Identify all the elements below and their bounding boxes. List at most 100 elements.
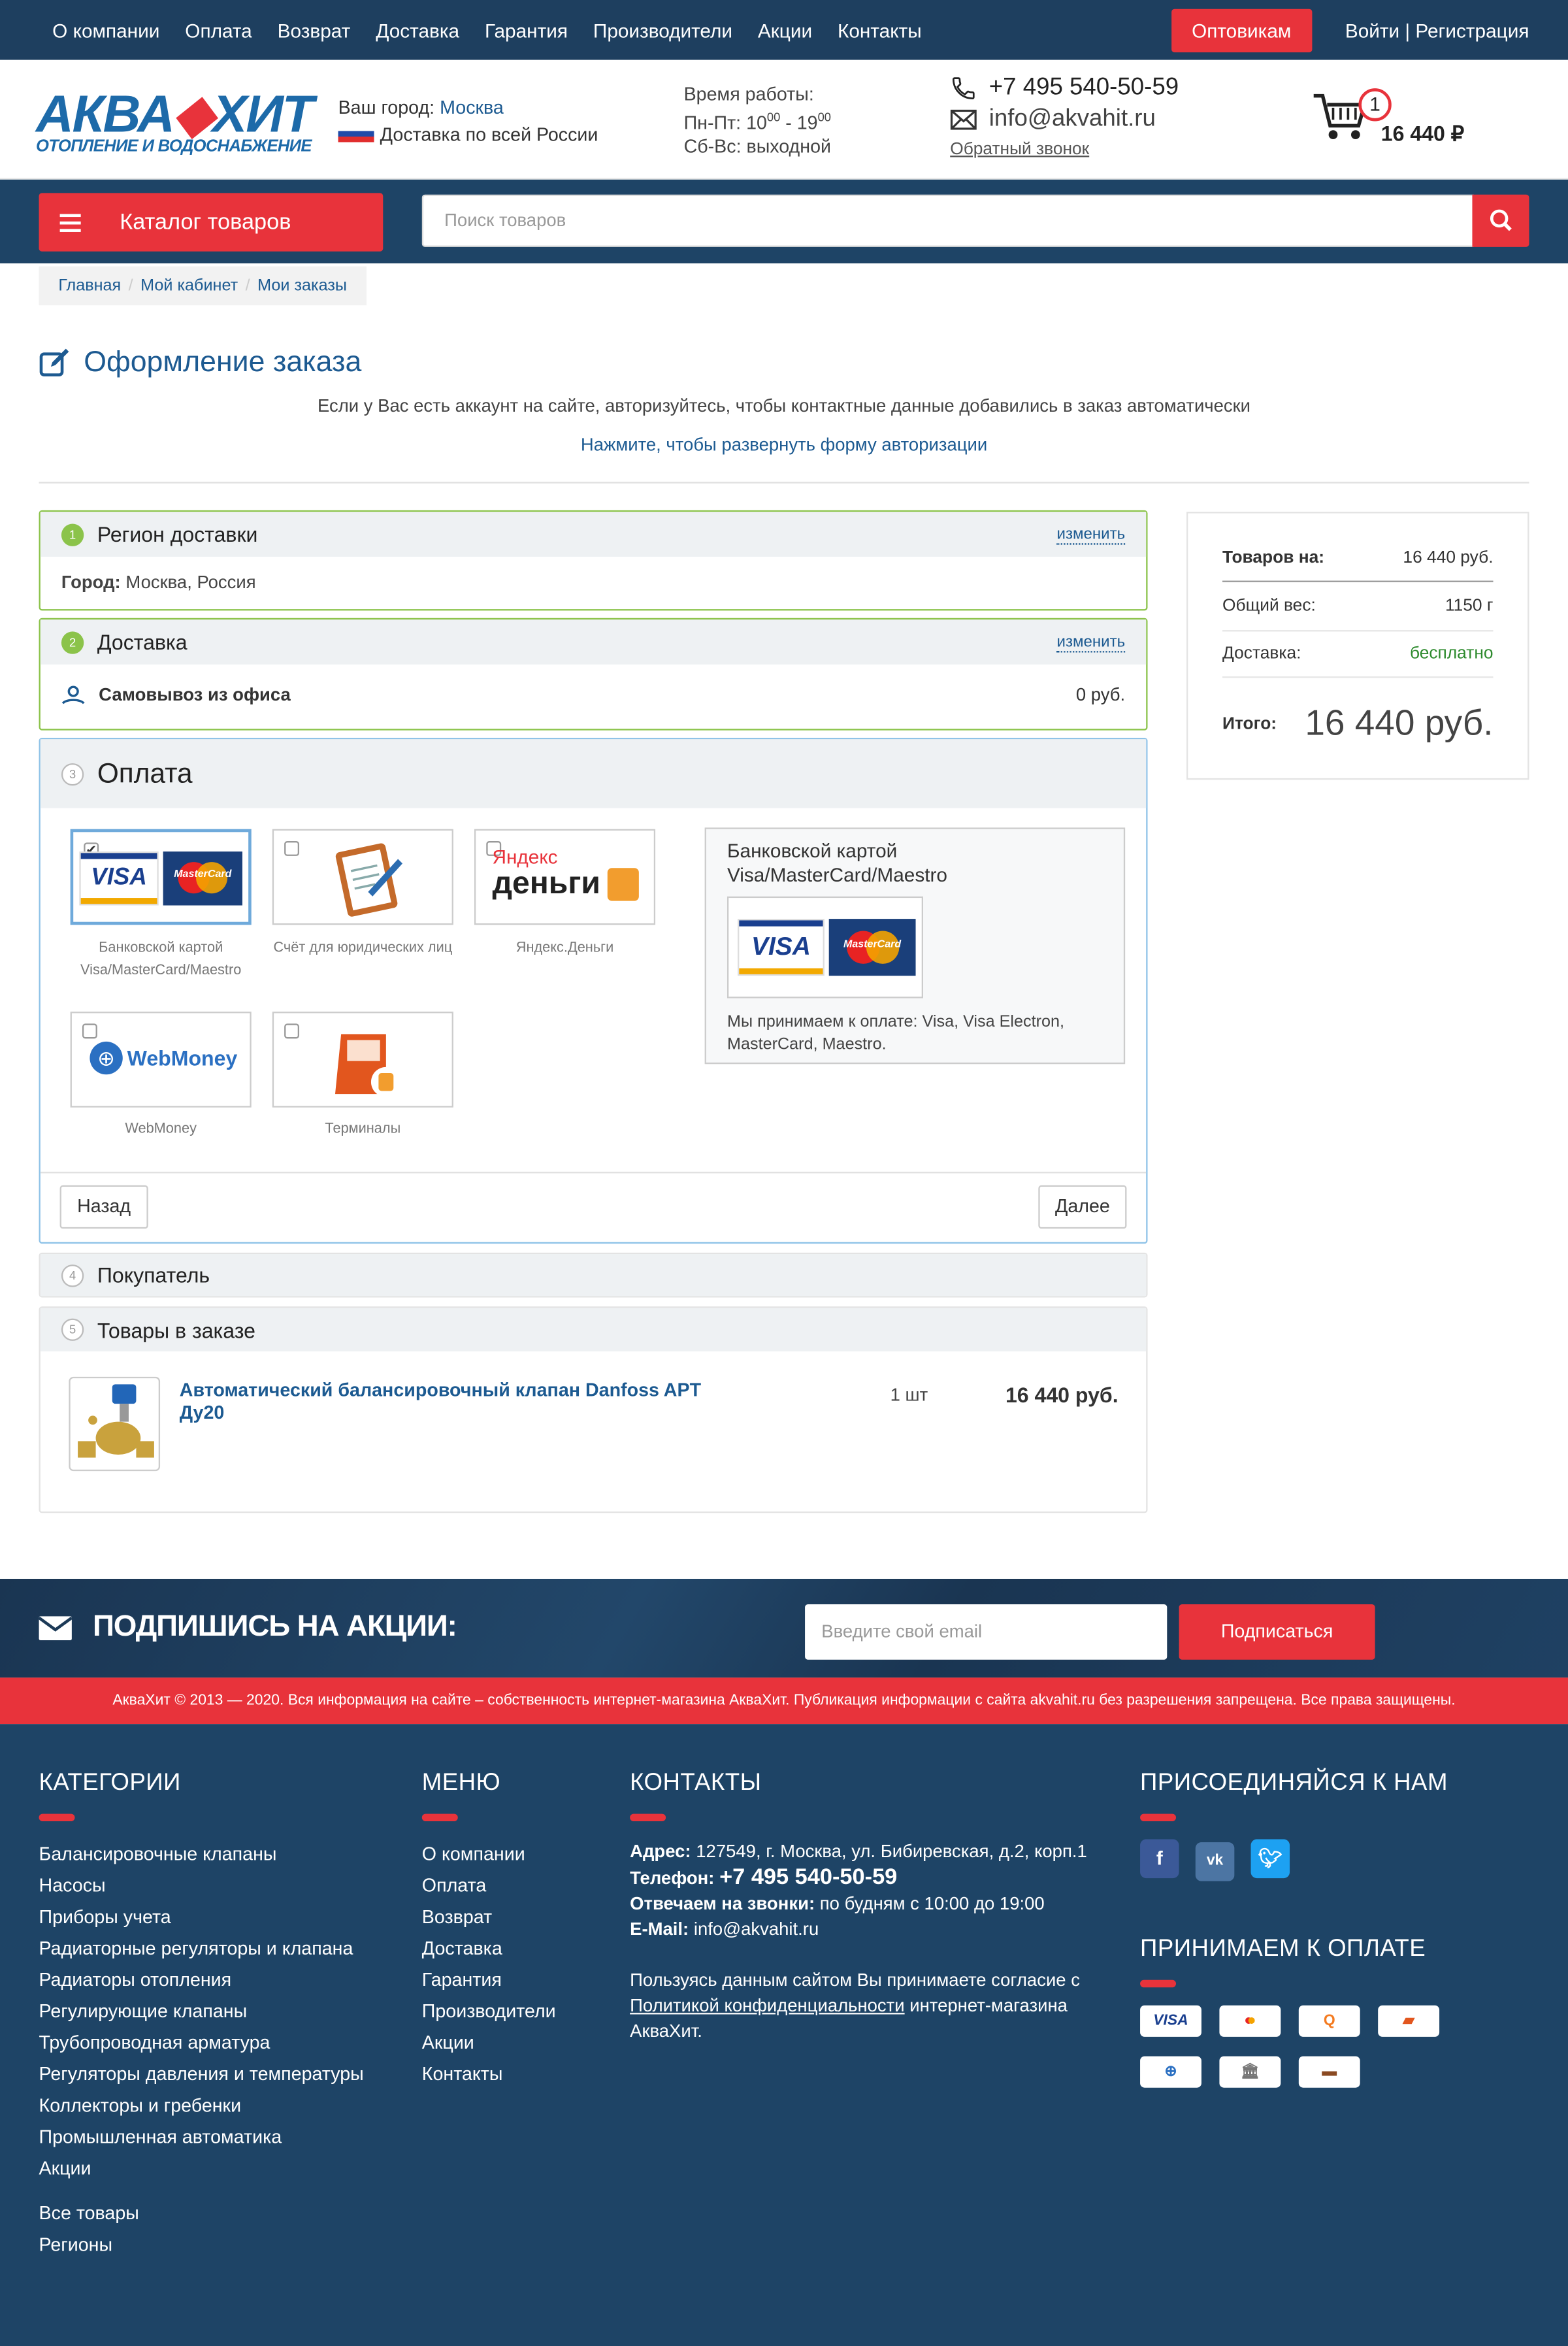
footer-category-link[interactable]: Насосы bbox=[39, 1871, 364, 1902]
catalog-button-label: Каталог товаров bbox=[120, 209, 291, 235]
delivery-note: Доставка по всей России bbox=[380, 124, 598, 146]
hours-title: Время работы: bbox=[683, 84, 814, 105]
footer-category-link[interactable]: Коллекторы и гребенки bbox=[39, 2090, 364, 2122]
footer-category-link[interactable]: Балансировочные клапаны bbox=[39, 1840, 364, 1871]
payment-option-invoice[interactable] bbox=[272, 829, 453, 925]
payment-radio-terminals[interactable] bbox=[284, 1023, 300, 1039]
delivery-method: Самовывоз из офиса bbox=[99, 684, 291, 705]
footer-category-link[interactable]: Радиаторы отопления bbox=[39, 1965, 364, 1996]
payment-option-label: Яндекс.Деньги bbox=[515, 940, 614, 957]
breadcrumb-orders[interactable]: Мои заказы bbox=[257, 277, 347, 295]
breadcrumb-account[interactable]: Мой кабинет bbox=[140, 277, 238, 295]
russia-flag-icon bbox=[338, 125, 374, 142]
payment-option-label: WebMoney bbox=[125, 1121, 197, 1138]
top-nav-item-about[interactable]: О компании bbox=[52, 19, 159, 41]
facebook-icon[interactable]: f bbox=[1140, 1839, 1179, 1879]
footer-email[interactable]: E-Mail: info@akvahit.ru bbox=[630, 1917, 1109, 1943]
terminal-icon bbox=[335, 1034, 401, 1097]
top-nav-item-delivery[interactable]: Доставка bbox=[376, 19, 459, 41]
footer-address: Адрес: 127549, г. Москва, ул. Бибиревска… bbox=[630, 1840, 1087, 1862]
subscribe-title: ПОДПИШИСЬ НА АКЦИИ: bbox=[39, 1610, 457, 1645]
yandex-money-logo-icon: Яндекс деньги bbox=[492, 845, 600, 901]
login-register-link[interactable]: Войти | Регистрация bbox=[1345, 19, 1529, 41]
top-nav-item-manufacturers[interactable]: Производители bbox=[593, 19, 732, 41]
mastercard-logo-icon: MasterCard bbox=[163, 851, 242, 906]
header-phone[interactable]: +7 495 540-50-59 bbox=[950, 75, 1179, 102]
footer-menu-link[interactable]: Акции bbox=[422, 2028, 556, 2059]
footer-category-link[interactable]: Трубопроводная арматура bbox=[39, 2028, 364, 2059]
qiwi-icon: Q bbox=[1298, 2005, 1360, 2037]
step-items-title: Товары в заказе bbox=[97, 1317, 255, 1342]
footer-social-title: ПРИСОЕДИНЯЙСЯ К НАМ bbox=[1140, 1770, 1448, 1796]
footer-menu-link[interactable]: Контакты bbox=[422, 2059, 556, 2090]
footer-hours: Отвечаем на звонки: по будням с 10:00 до… bbox=[630, 1892, 1045, 1915]
copyright-bar: АкваХит © 2013 — 2020. Вся информация на… bbox=[0, 1677, 1568, 1725]
page-title: Оформление заказа bbox=[39, 346, 361, 380]
wholesale-button[interactable]: Оптовикам bbox=[1171, 8, 1313, 52]
valve-image-icon bbox=[78, 1384, 154, 1458]
top-nav-item-warranty[interactable]: Гарантия bbox=[485, 19, 568, 41]
auth-expand-link[interactable]: Нажмите, чтобы развернуть форму авториза… bbox=[581, 434, 987, 455]
subscribe-button[interactable]: Подписаться bbox=[1179, 1604, 1375, 1660]
product-image[interactable] bbox=[69, 1376, 161, 1472]
footer-menu-link[interactable]: Оплата bbox=[422, 1871, 556, 1902]
subscribe-email-input[interactable]: Введите свой email bbox=[805, 1604, 1168, 1660]
breadcrumb: Главная / Мой кабинет / Мои заказы bbox=[39, 266, 367, 306]
change-delivery-link[interactable]: изменить bbox=[1056, 633, 1126, 652]
footer-category-link[interactable]: Промышленная автоматика bbox=[39, 2122, 364, 2153]
payment-option-webmoney[interactable]: ⊕ WebMoney bbox=[70, 1012, 252, 1108]
city-label: Ваш город: bbox=[338, 97, 435, 118]
cart-widget[interactable]: 1 16 440 ₽ bbox=[1312, 88, 1464, 147]
step-buyer[interactable]: 4 Покупатель bbox=[39, 1252, 1148, 1298]
footer-category-link[interactable]: Приборы учета bbox=[39, 1902, 364, 1934]
cart-count-badge: 1 bbox=[1358, 88, 1392, 122]
payment-radio-invoice[interactable] bbox=[284, 841, 300, 856]
footer-regions-link[interactable]: Регионы bbox=[39, 2230, 364, 2261]
step-region-title: Регион доставки bbox=[97, 522, 258, 546]
step-payment-title: Оплата bbox=[97, 757, 193, 789]
search-button[interactable] bbox=[1472, 194, 1529, 247]
payment-option-yandex[interactable]: Яндекс деньги bbox=[474, 829, 656, 925]
header-email-address: info@akvahit.ru bbox=[988, 106, 1156, 132]
footer-menu-link[interactable]: О компании bbox=[422, 1840, 556, 1871]
visa-mastercard-logo-icon: VISA MasterCard bbox=[727, 896, 923, 999]
edit-icon bbox=[39, 348, 69, 376]
back-button[interactable]: Назад bbox=[59, 1185, 148, 1229]
clipboard-invoice-icon bbox=[335, 843, 403, 917]
step-delivery-title: Доставка bbox=[97, 630, 188, 654]
search-input[interactable]: Поиск товаров bbox=[421, 194, 1474, 247]
footer-category-link[interactable]: Акции bbox=[39, 2153, 364, 2185]
top-nav-item-promotions[interactable]: Акции bbox=[758, 19, 812, 41]
footer-all-goods-link[interactable]: Все товары bbox=[39, 2198, 364, 2230]
payment-radio-webmoney[interactable] bbox=[82, 1023, 97, 1039]
working-hours: Время работы: Пн-Пт: 1000 - 1900 Сб-Вс: … bbox=[684, 82, 831, 159]
footer-menu-link[interactable]: Доставка bbox=[422, 1934, 556, 1965]
footer-menu-link[interactable]: Возврат bbox=[422, 1902, 556, 1934]
footer-menu-link[interactable]: Производители bbox=[422, 1996, 556, 2028]
top-nav-item-contacts[interactable]: Контакты bbox=[838, 19, 922, 41]
step-delivery: 2 Доставка изменить Самовывоз из офиса 0… bbox=[39, 618, 1148, 731]
logo-drop-icon: ◆ bbox=[173, 85, 214, 144]
product-name-link[interactable]: Автоматический балансировочный клапан Da… bbox=[180, 1380, 733, 1425]
twitter-icon[interactable]: 🐦︎ bbox=[1250, 1839, 1290, 1879]
footer-menu-link[interactable]: Гарантия bbox=[422, 1965, 556, 1996]
footer-phone[interactable]: Телефон: +7 495 540-50-59 bbox=[630, 1864, 1109, 1891]
vk-icon[interactable]: vk bbox=[1195, 1842, 1235, 1881]
next-button[interactable]: Далее bbox=[1038, 1185, 1127, 1229]
payment-option-terminals[interactable] bbox=[272, 1012, 453, 1108]
change-region-link[interactable]: изменить bbox=[1056, 525, 1126, 544]
privacy-policy-link[interactable]: Политикой конфиденциальности bbox=[630, 1995, 904, 2016]
footer-category-link[interactable]: Регуляторы давления и температуры bbox=[39, 2059, 364, 2090]
breadcrumb-home[interactable]: Главная bbox=[58, 277, 121, 295]
city-selector[interactable]: Москва bbox=[440, 97, 504, 118]
header-email[interactable]: info@akvahit.ru bbox=[950, 107, 1179, 133]
callback-link[interactable]: Обратный звонок bbox=[950, 140, 1179, 158]
footer-category-link[interactable]: Регулирующие клапаны bbox=[39, 1996, 364, 2028]
top-nav-item-payment[interactable]: Оплата bbox=[185, 19, 252, 41]
top-nav-item-return[interactable]: Возврат bbox=[278, 19, 351, 41]
search-icon bbox=[1490, 209, 1512, 231]
catalog-button[interactable]: Каталог товаров bbox=[39, 193, 384, 252]
payment-option-card[interactable]: ✔ VISA MasterCard bbox=[70, 829, 252, 925]
footer-category-link[interactable]: Радиаторные регуляторы и клапана bbox=[39, 1934, 364, 1965]
site-logo[interactable]: АКВА◆ХИТ ОТОПЛЕНИЕ И ВОДОСНАБЖЕНИЕ bbox=[36, 85, 314, 156]
